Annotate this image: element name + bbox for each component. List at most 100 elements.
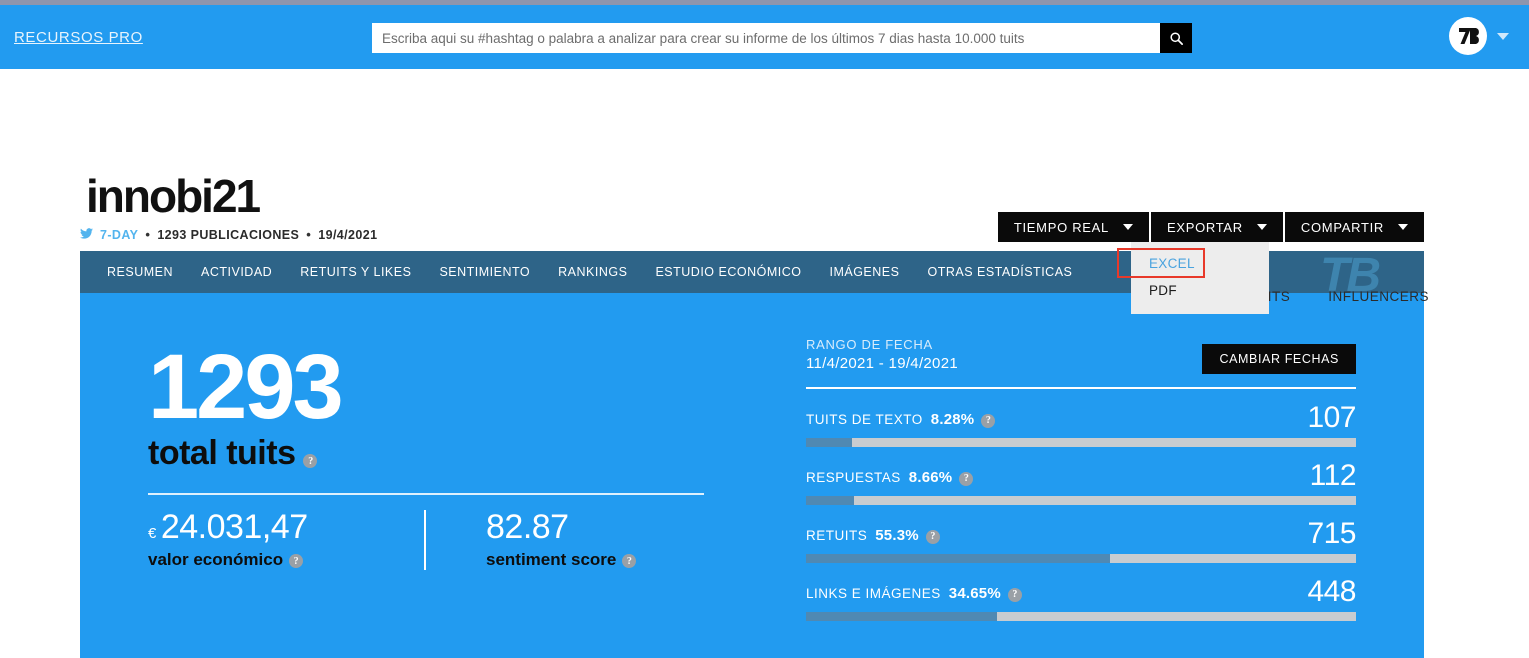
app-header: RECURSOS PRO	[0, 5, 1529, 69]
valor-economico-value-row: € 24.031,47	[148, 508, 424, 547]
stat-count: 107	[1307, 401, 1356, 434]
tweetbinder-logo-icon	[1451, 19, 1485, 53]
export-excel-menu-item[interactable]: EXCEL	[1131, 250, 1269, 277]
chevron-down-icon[interactable]	[1497, 32, 1509, 40]
stat-row-retuits: RETUITS 55.3% ? 715	[806, 517, 1356, 563]
stat-percentage: 55.3%	[875, 527, 919, 544]
chevron-down-icon	[1256, 224, 1267, 230]
page-title: innobi21	[86, 170, 261, 222]
stat-count: 112	[1309, 459, 1357, 492]
horizontal-divider	[148, 493, 704, 495]
section-nav-items: RESUMEN ACTIVIDAD RETUITS Y LIKES SENTIM…	[80, 265, 1072, 279]
search-icon	[1169, 31, 1183, 45]
report-actions: TIEMPO REAL EXPORTAR COMPARTIR	[997, 212, 1424, 242]
tiempo-real-button[interactable]: TIEMPO REAL	[997, 212, 1149, 242]
compartir-button[interactable]: COMPARTIR	[1284, 212, 1424, 242]
stat-header: LINKS E IMÁGENES 34.65% ?	[806, 585, 1356, 602]
help-icon[interactable]: ?	[1007, 587, 1022, 602]
stat-bar-track	[806, 496, 1356, 505]
stat-row-respuestas: RESPUESTAS 8.66% ? 112	[806, 459, 1357, 505]
stat-percentage: 34.65%	[948, 585, 1001, 602]
stat-label: RETUITS	[806, 528, 868, 543]
stat-bar-track	[806, 438, 1356, 447]
meta-separator: •	[306, 227, 312, 242]
report-period: 7-DAY	[100, 227, 139, 242]
sentiment-score-label: sentiment score	[486, 550, 617, 569]
search-bar	[372, 23, 1192, 53]
valor-economico-label: valor económico	[148, 550, 284, 569]
date-range-block: RANGO DE FECHA 11/4/2021 - 19/4/2021 CAM…	[806, 337, 1356, 389]
nav-item-retuits-y-likes[interactable]: RETUITS Y LIKES	[300, 265, 411, 279]
tweetbinder-watermark: TB	[1320, 251, 1381, 293]
summary-panel: 1293 total tuits ? € 24.031,47 valor eco…	[80, 293, 1424, 658]
stat-bar-fill	[806, 496, 854, 505]
nav-item-otras-estadisticas[interactable]: OTRAS ESTADÍSTICAS	[927, 265, 1072, 279]
export-dropdown-menu: EXCEL PDF	[1131, 242, 1269, 314]
stat-label: TUITS DE TEXTO	[806, 412, 923, 427]
date-range-rule	[806, 387, 1356, 389]
report-header: innobi21 7-DAY • 1293 PUBLICACIONES • 19…	[0, 69, 1529, 314]
export-pdf-menu-item[interactable]: PDF	[1131, 277, 1269, 304]
stat-row-tuits-de-texto: TUITS DE TEXTO 8.28% ? 107	[806, 401, 1356, 447]
compartir-label: COMPARTIR	[1300, 219, 1384, 235]
recursos-pro-link[interactable]: RECURSOS PRO	[14, 29, 143, 46]
stat-percentage: 8.66%	[908, 469, 953, 486]
metric-sentiment-score: 82.87 sentiment score ?	[486, 508, 762, 580]
subnav-item-influencers[interactable]: INFLUENCERS	[1328, 289, 1429, 304]
exportar-button[interactable]: EXPORTAR	[1150, 212, 1283, 242]
stat-label: RESPUESTAS	[806, 470, 901, 485]
sub-metrics: € 24.031,47 valor económico ? 82.87 sent…	[148, 508, 762, 580]
help-icon[interactable]: ?	[959, 471, 974, 486]
nav-item-imagenes[interactable]: IMÁGENES	[829, 265, 899, 279]
chevron-down-icon	[1122, 224, 1133, 230]
nav-item-actividad[interactable]: ACTIVIDAD	[201, 265, 272, 279]
stat-bar-fill	[806, 612, 997, 621]
stat-bar-fill	[806, 554, 1111, 563]
sentiment-score-value: 82.87	[486, 508, 569, 546]
help-icon[interactable]: ?	[289, 554, 304, 568]
help-icon[interactable]: ?	[622, 554, 637, 568]
total-tuits-label-group: total tuits ?	[148, 434, 318, 473]
stat-count: 715	[1307, 517, 1356, 550]
currency-symbol: €	[148, 525, 156, 542]
sentiment-score-value-row: 82.87	[486, 508, 762, 547]
stat-percentage: 8.28%	[930, 411, 975, 428]
valor-economico-value: 24.031,47	[160, 508, 308, 546]
exportar-label: EXPORTAR	[1166, 219, 1243, 235]
total-tuits-value: 1293	[148, 336, 344, 438]
search-button[interactable]	[1160, 23, 1192, 53]
stat-header: RETUITS 55.3% ?	[806, 527, 1356, 544]
nav-item-estudio-economico[interactable]: ESTUDIO ECONÓMICO	[655, 265, 801, 279]
vertical-divider	[424, 510, 426, 570]
metric-valor-economico: € 24.031,47 valor económico ?	[148, 508, 424, 580]
help-icon[interactable]: ?	[981, 413, 996, 428]
cambiar-fechas-button[interactable]: CAMBIAR FECHAS	[1202, 344, 1356, 374]
tiempo-real-label: TIEMPO REAL	[1013, 219, 1109, 235]
stat-header: TUITS DE TEXTO 8.28% ?	[806, 411, 1356, 428]
nav-item-resumen[interactable]: RESUMEN	[107, 265, 173, 279]
nav-item-rankings[interactable]: RANKINGS	[558, 265, 627, 279]
report-publications: 1293 PUBLICACIONES	[157, 227, 300, 242]
report-meta: 7-DAY • 1293 PUBLICACIONES • 19/4/2021	[80, 227, 377, 242]
breakdown-column: RANGO DE FECHA 11/4/2021 - 19/4/2021 CAM…	[806, 337, 1357, 621]
help-icon[interactable]: ?	[303, 454, 318, 468]
stat-bar-fill	[806, 438, 852, 447]
stat-label: LINKS E IMÁGENES	[806, 586, 941, 601]
help-icon[interactable]: ?	[925, 529, 940, 544]
twitter-bird-icon	[80, 227, 93, 242]
valor-economico-label-group: valor económico ?	[148, 550, 424, 570]
stat-count: 448	[1307, 575, 1356, 608]
total-tuits-label: total tuits	[148, 434, 296, 472]
meta-separator: •	[145, 227, 151, 242]
stat-bar-track	[806, 612, 1356, 621]
stat-row-links-e-imagenes: LINKS E IMÁGENES 34.65% ? 448	[806, 575, 1356, 621]
chevron-down-icon	[1398, 224, 1408, 230]
report-date: 19/4/2021	[318, 227, 378, 242]
avatar[interactable]	[1449, 17, 1487, 55]
search-input[interactable]	[372, 23, 1160, 53]
stat-bar-track	[806, 554, 1356, 563]
nav-item-sentimiento[interactable]: SENTIMIENTO	[439, 265, 530, 279]
stat-header: RESPUESTAS 8.66% ?	[806, 469, 1356, 486]
account-menu[interactable]	[1449, 17, 1509, 55]
sentiment-score-label-group: sentiment score ?	[486, 550, 762, 570]
